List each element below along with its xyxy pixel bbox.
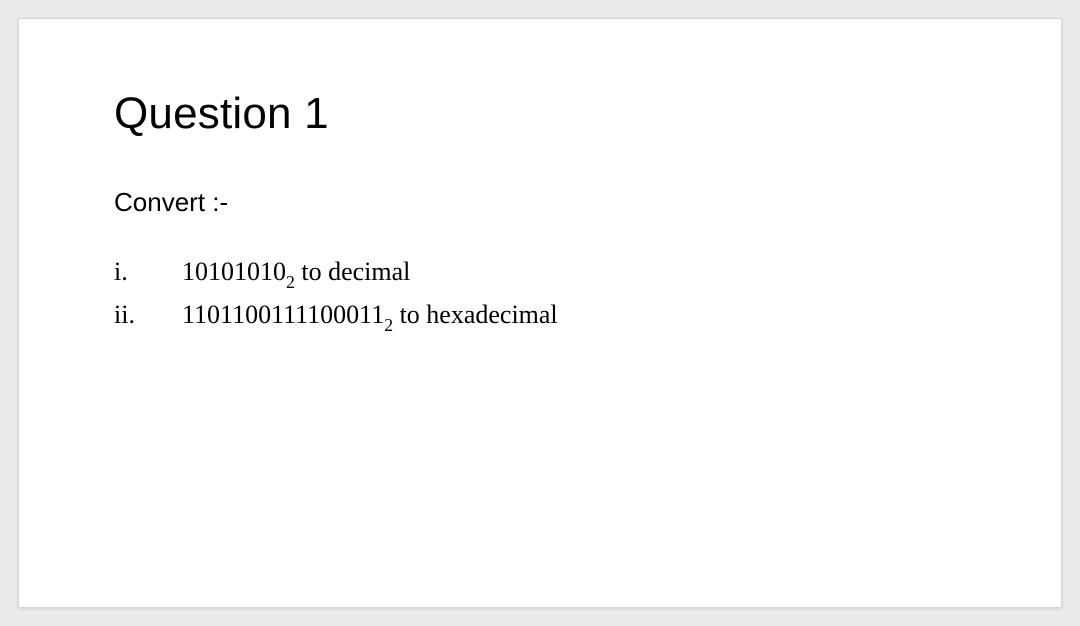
item-base: 2 bbox=[286, 272, 295, 292]
item-tail: to hexadecimal bbox=[393, 300, 558, 329]
slide-card: Question 1 Convert :- i. 101010102 to de… bbox=[18, 18, 1062, 608]
item-content: 11011001111000112 to hexadecimal bbox=[182, 295, 981, 338]
item-marker: i. bbox=[114, 252, 182, 295]
item-base: 2 bbox=[384, 315, 393, 335]
item-tail: to decimal bbox=[295, 257, 411, 286]
item-content: 101010102 to decimal bbox=[182, 252, 981, 295]
item-number: 10101010 bbox=[182, 257, 286, 286]
question-title: Question 1 bbox=[114, 89, 981, 139]
list-item: ii. 11011001111000112 to hexadecimal bbox=[114, 295, 981, 338]
list-item: i. 101010102 to decimal bbox=[114, 252, 981, 295]
convert-prompt: Convert :- bbox=[114, 187, 981, 218]
item-number: 1101100111100011 bbox=[182, 300, 384, 329]
item-marker: ii. bbox=[114, 295, 182, 338]
item-list: i. 101010102 to decimal ii. 110110011110… bbox=[114, 252, 981, 337]
